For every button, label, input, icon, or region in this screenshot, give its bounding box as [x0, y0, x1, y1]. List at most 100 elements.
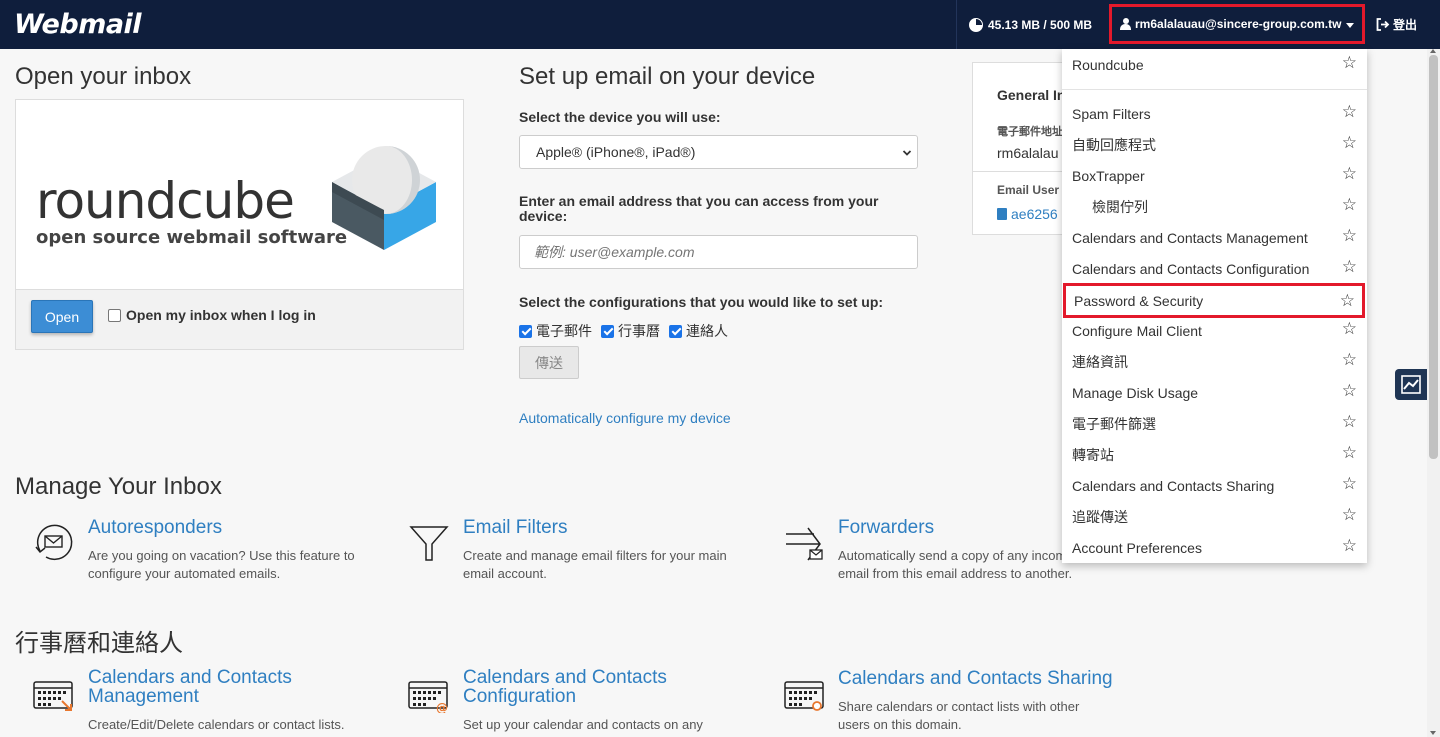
- webmail-logo[interactable]: Webmail: [14, 9, 142, 40]
- menu-item-label: 電子郵件篩選: [1072, 415, 1156, 432]
- star-icon[interactable]: ☆: [1342, 475, 1357, 492]
- menu-item-autoresponders[interactable]: 自動回應程式 ☆: [1062, 129, 1367, 160]
- autoresponders-desc-line: Are you going on vacation? Use this feat…: [88, 548, 355, 563]
- device-label: Select the device you will use:: [519, 109, 721, 125]
- menu-item-disk-usage[interactable]: Manage Disk Usage ☆: [1062, 377, 1367, 408]
- pie-chart-icon: [969, 17, 983, 32]
- config-email-checkbox[interactable]: [519, 324, 532, 338]
- open-inbox-title: Open your inbox: [15, 63, 192, 90]
- email-filters-desc-line: email account.: [463, 566, 547, 581]
- vertical-scrollbar[interactable]: [1427, 49, 1440, 737]
- open-button[interactable]: Open: [31, 300, 93, 333]
- forwarders-link[interactable]: Forwarders: [838, 517, 934, 539]
- auto-open-label: Open my inbox when I log in: [126, 307, 316, 323]
- calendars-contacts-title: 行事曆和連絡人: [15, 630, 183, 657]
- user-menu-button[interactable]: rm6alalauau@sincere-group.com.tw: [1109, 4, 1365, 44]
- send-button[interactable]: 傳送: [519, 346, 579, 379]
- auto-configure-link[interactable]: Automatically configure my device: [519, 410, 731, 426]
- star-icon[interactable]: ☆: [1340, 292, 1355, 309]
- forwarders-description: Automatically send a copy of any incomin…: [838, 547, 1084, 583]
- disk-usage[interactable]: 45.13 MB / 500 MB: [956, 0, 1106, 49]
- star-icon[interactable]: ☆: [1342, 320, 1357, 337]
- general-info-title: General In: [997, 87, 1066, 103]
- menu-item-track-delivery[interactable]: 追蹤傳送 ☆: [1062, 501, 1367, 532]
- config-label: Select the configurations that you would…: [519, 294, 884, 310]
- star-icon[interactable]: ☆: [1342, 103, 1357, 120]
- config-calendar-checkbox[interactable]: [601, 324, 614, 338]
- config-contacts-option[interactable]: 連絡人: [669, 321, 728, 341]
- menu-item-forwarders[interactable]: 轉寄站 ☆: [1062, 439, 1367, 470]
- device-email-input[interactable]: [519, 235, 918, 269]
- menu-item-contact-info[interactable]: 連絡資訊 ☆: [1062, 346, 1367, 377]
- menu-item-account-preferences[interactable]: Account Preferences ☆: [1062, 532, 1367, 563]
- scroll-down-icon[interactable]: [1430, 731, 1436, 735]
- autoresponder-icon: [35, 524, 73, 561]
- menu-item-configure-mail-client[interactable]: Configure Mail Client ☆: [1062, 315, 1367, 346]
- star-icon[interactable]: ☆: [1342, 227, 1357, 244]
- device-select[interactable]: Apple® (iPhone®, iPad®): [519, 135, 918, 169]
- menu-item-label: Account Preferences: [1072, 539, 1202, 556]
- manage-inbox-title: Manage Your Inbox: [15, 473, 222, 500]
- forwarders-desc-line: Automatically send a copy of any incomin…: [838, 548, 1084, 563]
- star-icon[interactable]: ☆: [1342, 382, 1357, 399]
- user-email: rm6alalauau@sincere-group.com.tw: [1135, 17, 1342, 31]
- menu-item-calendars-sharing[interactable]: Calendars and Contacts Sharing ☆: [1062, 470, 1367, 501]
- menu-item-password-security[interactable]: Password & Security ☆: [1063, 283, 1365, 318]
- roundcube-mark-icon: [332, 146, 436, 250]
- config-email-option[interactable]: 電子郵件: [519, 321, 592, 341]
- email-user-value[interactable]: ae6256: [997, 206, 1058, 222]
- star-icon[interactable]: ☆: [1342, 413, 1357, 430]
- logout-button[interactable]: 登出: [1376, 0, 1417, 49]
- star-icon[interactable]: ☆: [1342, 196, 1357, 213]
- logout-label: 登出: [1393, 18, 1418, 32]
- star-icon[interactable]: ☆: [1342, 134, 1357, 151]
- star-icon[interactable]: ☆: [1342, 258, 1357, 275]
- calendars-configuration-title-line: Calendars and Contacts: [463, 667, 667, 688]
- menu-item-label: 自動回應程式: [1072, 136, 1156, 153]
- calendars-configuration-link[interactable]: Calendars and Contacts Configuration: [463, 668, 667, 706]
- open-inbox-card: roundcube open source webmail software O…: [15, 99, 464, 350]
- star-icon[interactable]: ☆: [1342, 444, 1357, 461]
- menu-item-review-queue[interactable]: 檢閱佇列 ☆: [1062, 191, 1367, 222]
- autoresponders-link[interactable]: Autoresponders: [88, 517, 222, 539]
- menu-item-label: Roundcube: [1072, 56, 1144, 73]
- config-calendar-option[interactable]: 行事曆: [601, 321, 660, 341]
- calendars-sharing-desc-line: Share calendars or contact lists with ot…: [838, 699, 1080, 714]
- email-filters-link[interactable]: Email Filters: [463, 517, 568, 539]
- star-icon[interactable]: ☆: [1342, 506, 1357, 523]
- menu-item-label: Configure Mail Client: [1072, 322, 1202, 339]
- menu-item-email-filters[interactable]: 電子郵件篩選 ☆: [1062, 408, 1367, 439]
- menu-item-calendars-management[interactable]: Calendars and Contacts Management ☆: [1062, 222, 1367, 253]
- menu-item-boxtrapper[interactable]: BoxTrapper ☆: [1062, 160, 1367, 191]
- user-dropdown-menu: Roundcube ☆ Spam Filters ☆ 自動回應程式 ☆ BoxTrap…: [1062, 49, 1367, 563]
- scroll-thumb[interactable]: [1429, 55, 1438, 459]
- stats-button[interactable]: [1395, 369, 1427, 400]
- divider: [973, 171, 1071, 172]
- star-icon[interactable]: ☆: [1342, 351, 1357, 368]
- scroll-up-icon[interactable]: [1430, 49, 1436, 53]
- calendars-sharing-link[interactable]: Calendars and Contacts Sharing: [838, 668, 1113, 690]
- calendars-management-link[interactable]: Calendars and Contacts Management: [88, 668, 292, 706]
- menu-item-label: Calendars and Contacts Configuration: [1072, 260, 1310, 277]
- star-icon[interactable]: ☆: [1342, 165, 1357, 182]
- forwarders-desc-line: email from this email address to another…: [838, 566, 1073, 581]
- menu-item-label: 轉寄站: [1072, 446, 1114, 463]
- auto-open-option[interactable]: Open my inbox when I log in: [108, 307, 316, 323]
- star-icon[interactable]: ☆: [1342, 54, 1357, 71]
- roundcube-logo-tagline: open source webmail software: [36, 227, 348, 248]
- email-user-text: ae6256: [1011, 206, 1058, 222]
- user-icon: [1120, 18, 1131, 30]
- email-filters-description: Create and manage email filters for your…: [463, 547, 727, 583]
- star-icon[interactable]: ☆: [1342, 537, 1357, 554]
- menu-item-roundcube[interactable]: Roundcube ☆: [1062, 49, 1367, 80]
- line-chart-icon: [1401, 375, 1421, 394]
- menu-item-spam-filters[interactable]: Spam Filters ☆: [1062, 98, 1367, 129]
- auto-open-checkbox[interactable]: [108, 308, 121, 322]
- config-contacts-label: 連絡人: [686, 323, 728, 339]
- calendars-sharing-desc-line: users on this domain.: [838, 717, 962, 732]
- config-contacts-checkbox[interactable]: [669, 324, 682, 338]
- general-info-card: General In 電子郵件地址 rm6alalau Email User a…: [972, 62, 1072, 235]
- menu-item-label: 檢閱佇列: [1092, 198, 1148, 215]
- menu-item-calendars-configuration[interactable]: Calendars and Contacts Configuration ☆: [1062, 253, 1367, 284]
- config-options: 電子郵件 行事曆 連絡人: [519, 321, 737, 341]
